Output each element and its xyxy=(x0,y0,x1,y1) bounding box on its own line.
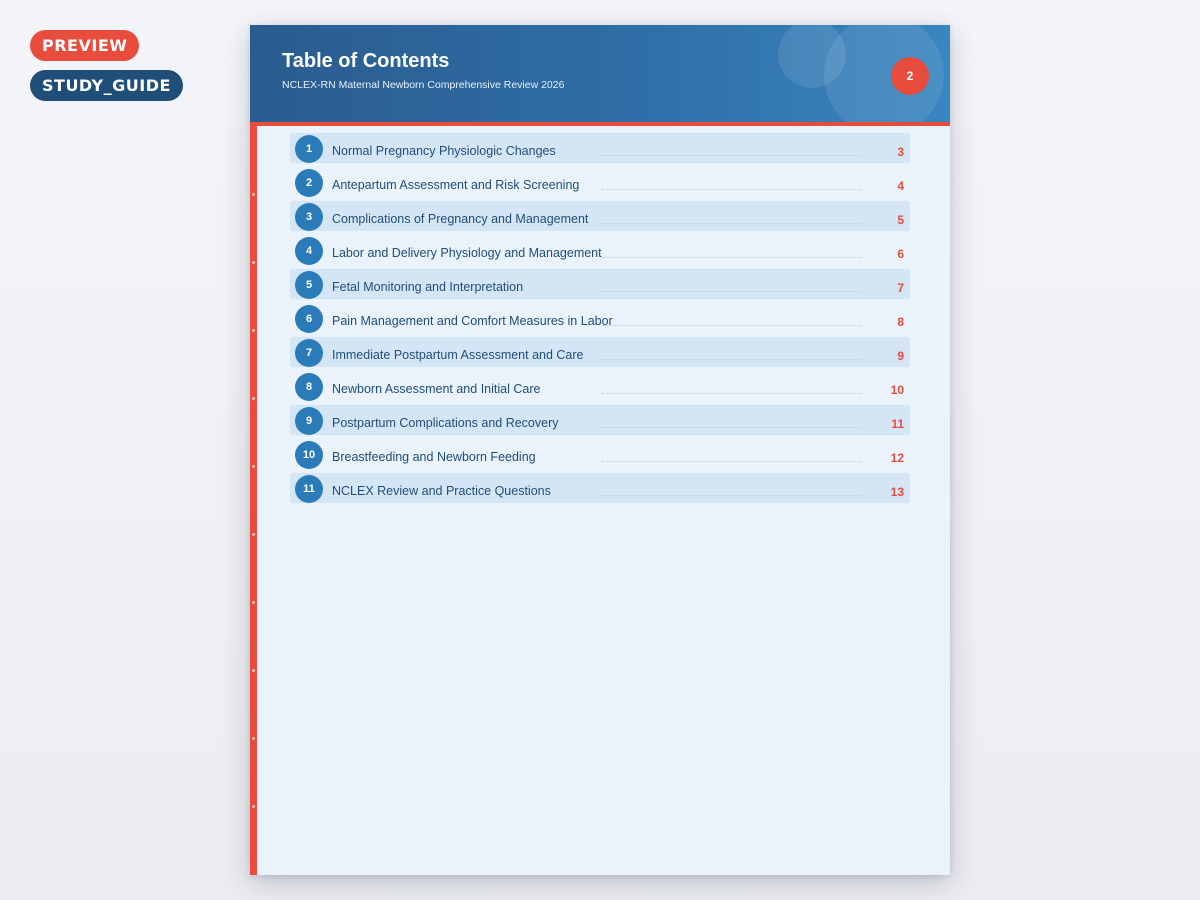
toc-leader-dots xyxy=(602,155,862,156)
toc-item-title: Normal Pregnancy Physiologic Changes xyxy=(332,144,556,158)
toc-item[interactable]: 7 Immediate Postpartum Assessment and Ca… xyxy=(290,337,910,367)
header-accent-stripe xyxy=(250,122,950,126)
toc-item[interactable]: 8 Newborn Assessment and Initial Care 10 xyxy=(290,371,910,401)
toc-item[interactable]: 2 Antepartum Assessment and Risk Screeni… xyxy=(290,167,910,197)
toc-item-page: 13 xyxy=(890,485,904,499)
toc-item[interactable]: 4 Labor and Delivery Physiology and Mana… xyxy=(290,235,910,265)
toc-leader-dots xyxy=(602,495,862,496)
document-type-badge: STUDY_GUIDE xyxy=(30,70,183,101)
page-number-badge: 2 xyxy=(891,57,929,95)
side-bar-dot xyxy=(252,533,255,536)
toc-leader-dots xyxy=(602,223,862,224)
toc-item-number: 8 xyxy=(295,373,323,401)
toc-item-title: Postpartum Complications and Recovery xyxy=(332,416,559,430)
toc-leader-dots xyxy=(602,427,862,428)
preview-badge: PREVIEW xyxy=(30,30,140,61)
toc-item-number: 6 xyxy=(295,305,323,333)
toc-item-title: Newborn Assessment and Initial Care xyxy=(332,382,541,396)
toc-item-number: 4 xyxy=(295,237,323,265)
toc-item-number: 2 xyxy=(295,169,323,197)
toc-item-page: 11 xyxy=(891,417,904,431)
side-bar-dot xyxy=(252,601,255,604)
toc-item-page: 3 xyxy=(897,145,904,159)
toc-item-number: 10 xyxy=(295,441,323,469)
toc-item-page: 7 xyxy=(897,281,904,295)
toc-leader-dots xyxy=(602,257,862,258)
toc-item-number: 5 xyxy=(295,271,323,299)
toc-item-title: Pain Management and Comfort Measures in … xyxy=(332,314,613,328)
toc-item-title: Complications of Pregnancy and Managemen… xyxy=(332,212,589,226)
toc-item-page: 5 xyxy=(897,213,904,227)
toc-item[interactable]: 10 Breastfeeding and Newborn Feeding 12 xyxy=(290,439,910,469)
page-subtitle: NCLEX-RN Maternal Newborn Comprehensive … xyxy=(282,79,565,91)
toc-item[interactable]: 9 Postpartum Complications and Recovery … xyxy=(290,405,910,435)
toc-leader-dots xyxy=(602,189,862,190)
toc-item-number: 7 xyxy=(295,339,323,367)
document-page: Table of Contents NCLEX-RN Maternal Newb… xyxy=(250,25,950,875)
toc-item-title: Fetal Monitoring and Interpretation xyxy=(332,280,524,294)
toc-leader-dots xyxy=(602,359,862,360)
side-bar-dot xyxy=(252,193,255,196)
toc-item[interactable]: 6 Pain Management and Comfort Measures i… xyxy=(290,303,910,333)
side-bar-dot xyxy=(252,465,255,468)
toc-item-title: NCLEX Review and Practice Questions xyxy=(332,484,551,498)
side-bar-dot xyxy=(252,329,255,332)
side-bar-dot xyxy=(252,805,255,808)
toc-leader-dots xyxy=(602,461,862,462)
toc-item-number: 3 xyxy=(295,203,323,231)
page-title: Table of Contents xyxy=(282,50,450,72)
toc-item-title: Immediate Postpartum Assessment and Care xyxy=(332,348,584,362)
badge-group: PREVIEW STUDY_GUIDE xyxy=(30,30,183,101)
toc-item-number: 1 xyxy=(295,135,323,163)
toc-item-page: 12 xyxy=(890,451,904,465)
side-bar-dot xyxy=(252,261,255,264)
toc-item[interactable]: 11 NCLEX Review and Practice Questions 1… xyxy=(290,473,910,503)
page-header: Table of Contents NCLEX-RN Maternal Newb… xyxy=(250,25,950,122)
toc-item-number: 11 xyxy=(295,475,323,503)
toc-item-page: 8 xyxy=(897,315,904,329)
toc-item-page: 10 xyxy=(890,383,904,397)
toc-item-title: Labor and Delivery Physiology and Manage… xyxy=(332,246,602,260)
toc-item-page: 9 xyxy=(897,349,904,363)
toc-item-page: 4 xyxy=(897,179,904,193)
toc-item-number: 9 xyxy=(295,407,323,435)
side-accent-bar xyxy=(250,122,257,875)
toc-item[interactable]: 5 Fetal Monitoring and Interpretation 7 xyxy=(290,269,910,299)
toc-item-title: Breastfeeding and Newborn Feeding xyxy=(332,450,536,464)
side-bar-dot xyxy=(252,737,255,740)
toc-leader-dots xyxy=(602,325,862,326)
toc-item-page: 6 xyxy=(897,247,904,261)
toc-list: 1 Normal Pregnancy Physiologic Changes 3… xyxy=(290,133,910,507)
toc-item[interactable]: 1 Normal Pregnancy Physiologic Changes 3 xyxy=(290,133,910,163)
toc-leader-dots xyxy=(602,393,862,394)
toc-item[interactable]: 3 Complications of Pregnancy and Managem… xyxy=(290,201,910,231)
toc-leader-dots xyxy=(602,291,862,292)
side-bar-dot xyxy=(252,397,255,400)
side-bar-dot xyxy=(252,669,255,672)
toc-item-title: Antepartum Assessment and Risk Screening xyxy=(332,178,580,192)
